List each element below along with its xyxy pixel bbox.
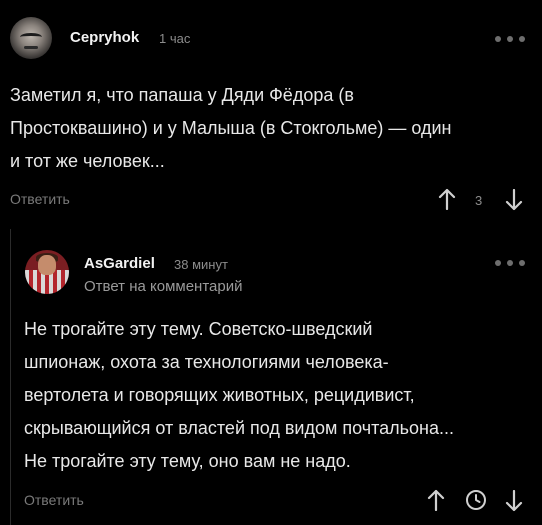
comment-line: Простоквашино) и у Малыша (в Стокгольме)… xyxy=(10,118,452,138)
comment-body: Заметил я, что папаша у Дяди Фёдора (в П… xyxy=(10,79,452,178)
comment-line: Заметил я, что папаша у Дяди Фёдора (в xyxy=(10,85,354,105)
arrow-down-icon[interactable] xyxy=(505,490,523,512)
reply-author[interactable]: AsGardiel xyxy=(84,255,155,272)
comment-author[interactable]: Cepryhok xyxy=(70,29,139,46)
more-dots-icon[interactable] xyxy=(495,35,525,43)
avatar[interactable] xyxy=(10,17,52,59)
dot xyxy=(507,36,513,42)
reply-line: шпионаж, охота за технологиями человека- xyxy=(24,352,389,372)
dot xyxy=(495,260,501,266)
arrow-up-icon[interactable] xyxy=(438,188,456,210)
avatar-mouth xyxy=(24,46,38,49)
rating-count: 3 xyxy=(475,193,483,208)
comment-thread: Cepryhok 1 час Заметил я, что папаша у Д… xyxy=(0,0,542,525)
dot xyxy=(507,260,513,266)
dot xyxy=(519,36,525,42)
reply-button[interactable]: Ответить xyxy=(10,191,70,207)
reply-to-link[interactable]: Ответ на комментарий xyxy=(84,278,242,295)
reply-line: вертолета и говорящих животных, рецидиви… xyxy=(24,385,415,405)
reply-line: Не трогайте эту тему, оно вам не надо. xyxy=(24,451,351,471)
avatar-head xyxy=(38,255,56,275)
reply-timestamp: 38 минут xyxy=(174,257,228,272)
clock-history-icon[interactable] xyxy=(465,489,487,516)
reply-line: скрывающийся от властей под видом почтал… xyxy=(24,418,455,438)
comment-timestamp: 1 час xyxy=(159,31,191,46)
reply-body: Не трогайте эту тему. Советско-шведский … xyxy=(24,313,454,478)
comment-line: и тот же человек... xyxy=(10,151,165,171)
dot xyxy=(519,260,525,266)
arrow-down-icon[interactable] xyxy=(505,189,523,211)
thread-line xyxy=(10,229,11,525)
reply-line: Не трогайте эту тему. Советско-шведский xyxy=(24,319,373,339)
reply-avatar[interactable] xyxy=(25,250,69,294)
more-dots-icon[interactable] xyxy=(495,259,525,267)
dot xyxy=(495,36,501,42)
reply-button[interactable]: Ответить xyxy=(24,492,84,508)
avatar-face xyxy=(20,33,42,41)
arrow-up-icon[interactable] xyxy=(427,489,445,511)
